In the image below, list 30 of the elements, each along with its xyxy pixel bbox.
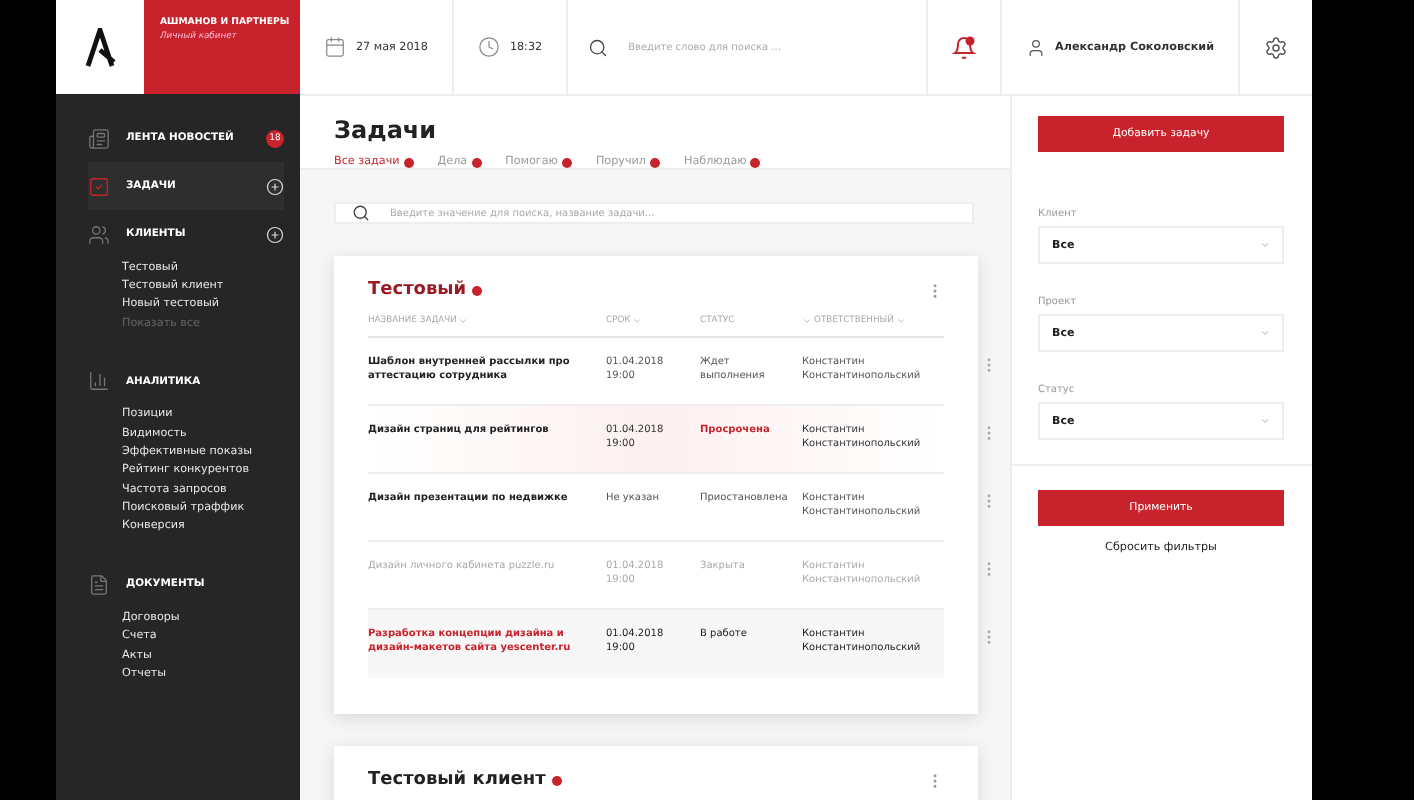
count-dot: [750, 157, 761, 167]
caret-icon: [458, 316, 469, 326]
group-title: Тестовый клиент: [368, 770, 562, 790]
group-title: Тестовый: [368, 280, 483, 300]
search-icon: [352, 204, 370, 222]
count-dot: [403, 157, 414, 167]
search-icon: [588, 37, 609, 57]
checkbox-icon: [88, 175, 110, 197]
caret-icon: [1260, 240, 1270, 250]
document-icon: [88, 573, 110, 596]
settings-icon[interactable]: [1264, 35, 1288, 59]
user-icon: [1025, 37, 1046, 57]
caret-icon: [1260, 328, 1270, 338]
bar-chart-icon: [88, 370, 110, 392]
caret-icon: [632, 316, 643, 326]
add-icon[interactable]: [266, 177, 284, 195]
caret-icon: [895, 316, 906, 326]
caret-icon: [802, 316, 812, 326]
caret-icon: [1260, 416, 1270, 426]
news-icon: [88, 127, 110, 149]
notification-bell-icon[interactable]: [951, 35, 976, 59]
logo-icon: [84, 27, 116, 67]
calendar-icon: [324, 36, 346, 58]
count-dot: [471, 157, 482, 167]
count-dot: [561, 157, 572, 167]
add-icon[interactable]: [266, 225, 284, 243]
page-title: Задачи: [334, 116, 439, 144]
clock-icon: [477, 36, 500, 58]
count-dot: [649, 157, 660, 167]
users-icon: [88, 223, 110, 245]
